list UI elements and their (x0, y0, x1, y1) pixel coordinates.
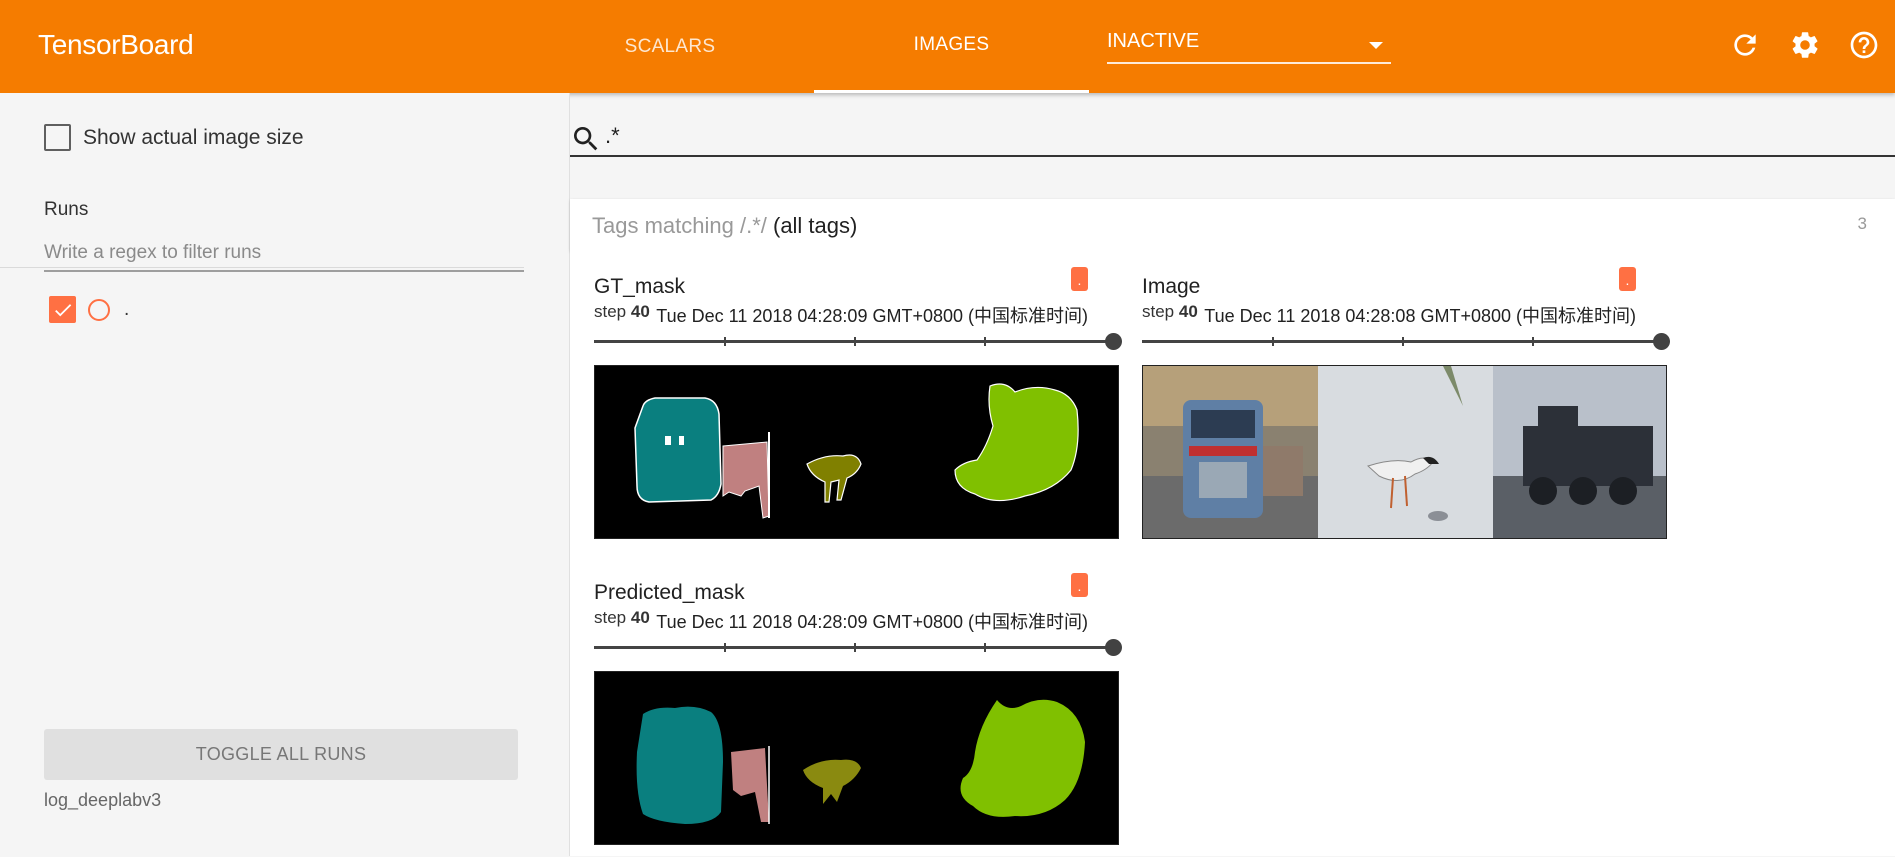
run-badge: . (1619, 267, 1636, 291)
show-actual-size-option[interactable]: Show actual image size (44, 124, 304, 151)
predicted-mask-image (594, 671, 1119, 845)
card-step: step 40 (594, 608, 650, 627)
card-tag-name: Predicted_mask (594, 581, 745, 604)
toggle-all-runs-button[interactable]: TOGGLE ALL RUNS (44, 729, 518, 780)
gt-mask-image (594, 365, 1119, 539)
card-step: step 40 (594, 302, 650, 321)
gear-icon[interactable] (1787, 27, 1823, 63)
tab-scalars[interactable]: SCALARS (560, 0, 780, 93)
tag-group-header[interactable]: Tags matching /.*/ (all tags) 3 (570, 199, 1895, 251)
run-checkbox[interactable] (49, 296, 76, 323)
help-icon[interactable] (1846, 27, 1882, 63)
sidebar: Show actual image size Runs . TOGGLE ALL… (0, 93, 570, 856)
slider-knob[interactable] (1653, 333, 1670, 350)
checkmark-icon (54, 303, 71, 316)
tag-group-prefix: Tags matching /.*/ (592, 213, 767, 238)
refresh-icon[interactable] (1727, 27, 1763, 63)
card-step-value: 40 (630, 302, 650, 321)
image-card-predicted-mask: . Predicted_mask step 40 Tue Dec 11 2018… (570, 557, 1122, 857)
step-slider[interactable] (594, 638, 1122, 658)
tab-images[interactable]: IMAGES (814, 0, 1089, 93)
show-actual-size-checkbox[interactable] (44, 124, 71, 151)
run-badge: . (1071, 573, 1088, 597)
step-slider[interactable] (594, 332, 1122, 352)
input-image (1142, 365, 1667, 539)
logdir-label: log_deeplabv3 (44, 790, 162, 810)
card-timestamp: Tue Dec 11 2018 04:28:08 GMT+0800 (中国标准时… (1204, 306, 1636, 326)
card-step-value: 40 (630, 608, 650, 627)
card-step-value: 40 (1178, 302, 1198, 321)
run-label: . (124, 298, 130, 320)
card-timestamp: Tue Dec 11 2018 04:28:09 GMT+0800 (中国标准时… (656, 306, 1088, 326)
card-tag-name: Image (1142, 275, 1201, 298)
tag-count: 3 (1857, 214, 1867, 233)
search-icon (574, 127, 598, 151)
inactive-dashboards-select[interactable]: INACTIVE (1107, 30, 1391, 64)
card-timestamp: Tue Dec 11 2018 04:28:09 GMT+0800 (中国标准时… (656, 612, 1088, 632)
image-cards-area: . GT_mask step 40 Tue Dec 11 2018 04:28:… (570, 251, 1895, 856)
tag-group-suffix: (all tags) (766, 213, 858, 238)
run-radio-button[interactable] (88, 298, 110, 321)
run-item[interactable]: . (49, 296, 129, 323)
slider-knob[interactable] (1105, 639, 1122, 656)
tag-group-title: Tags matching /.*/ (all tags) (592, 213, 857, 239)
card-step: step 40 (1142, 302, 1198, 321)
caret-down-icon (1369, 42, 1383, 49)
tag-search-input[interactable] (605, 119, 1805, 153)
card-tag-name: GT_mask (594, 275, 686, 298)
runs-title: Runs (44, 199, 89, 220)
image-card-image: . Image step 40 Tue Dec 11 2018 04:28:08… (1118, 251, 1670, 551)
runs-filter-input[interactable] (44, 236, 524, 272)
run-badge: . (1071, 267, 1088, 291)
step-slider[interactable] (1142, 332, 1670, 352)
image-card-gt-mask: . GT_mask step 40 Tue Dec 11 2018 04:28:… (570, 251, 1122, 551)
app-title: TensorBoard (38, 29, 194, 60)
tag-search-bar (570, 117, 1895, 157)
top-app-bar: TensorBoard SCALARS IMAGES INACTIVE (0, 0, 1895, 93)
inactive-select-label: INACTIVE (1107, 30, 1200, 52)
show-actual-size-label: Show actual image size (83, 125, 304, 149)
